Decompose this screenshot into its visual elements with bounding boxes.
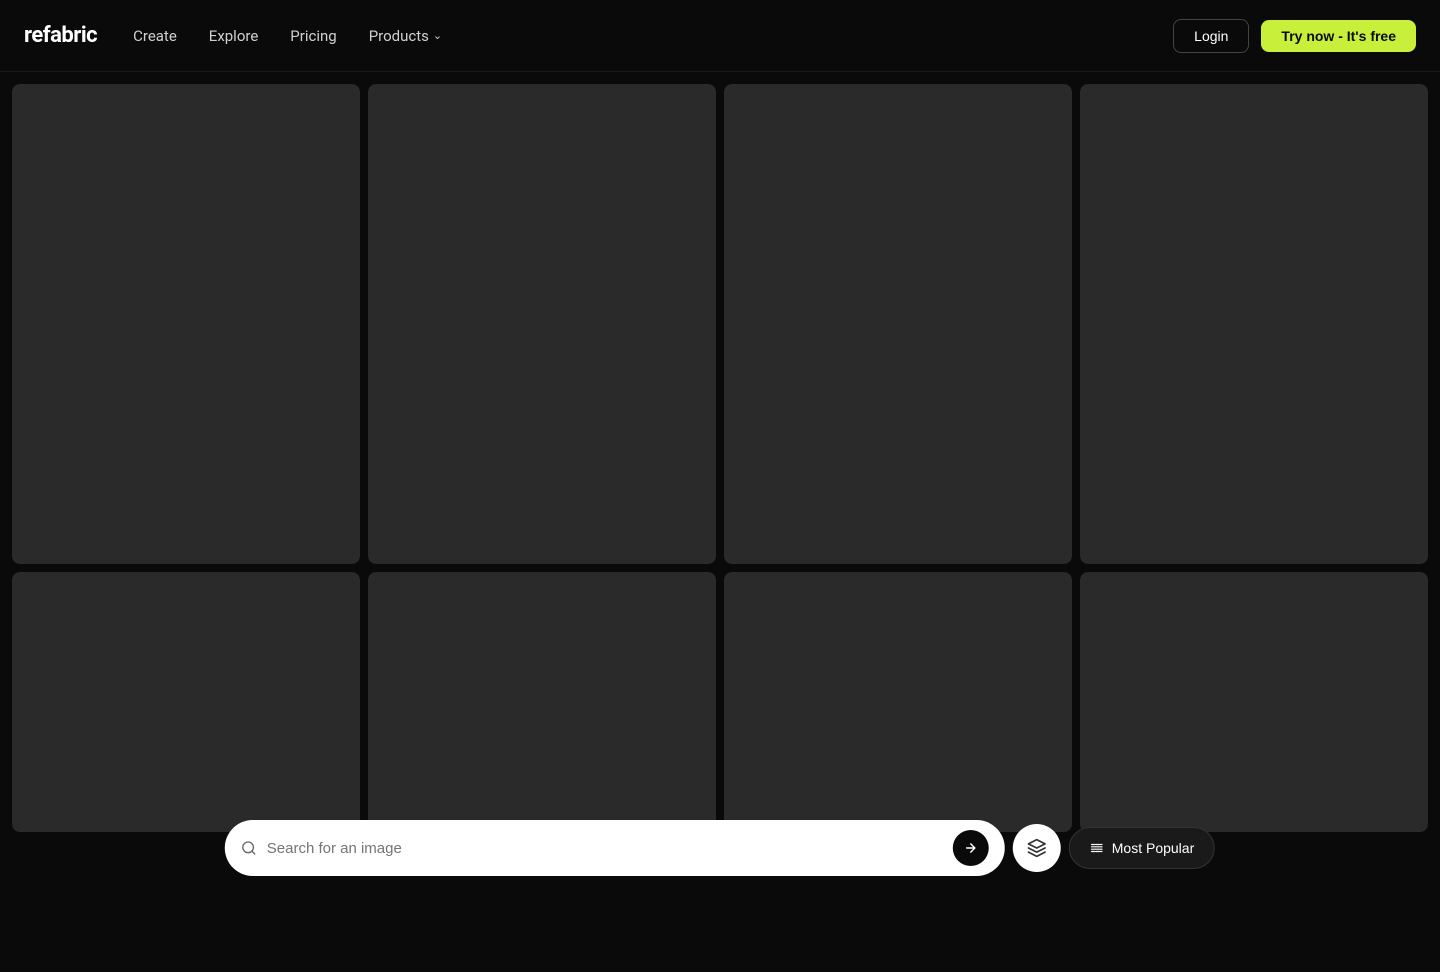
bottom-search-bar: Most Popular xyxy=(225,820,1215,876)
stack-icon-button[interactable] xyxy=(1013,824,1061,872)
image-card-8[interactable] xyxy=(1080,572,1428,832)
navbar: refabric Create Explore Pricing Products… xyxy=(0,0,1440,72)
image-card-5[interactable] xyxy=(12,572,360,832)
search-submit-button[interactable] xyxy=(953,830,989,866)
image-grid xyxy=(0,72,1440,844)
nav-link-explore[interactable]: Explore xyxy=(209,27,259,45)
image-card-3[interactable] xyxy=(724,84,1072,564)
search-input[interactable] xyxy=(267,840,943,857)
chevron-down-icon: ⌄ xyxy=(433,29,442,42)
image-card-6[interactable] xyxy=(368,572,716,832)
image-card-4[interactable] xyxy=(1080,84,1428,564)
nav-link-create[interactable]: Create xyxy=(133,27,177,45)
nav-links: Create Explore Pricing Products ⌄ xyxy=(133,27,442,45)
try-now-button[interactable]: Try now - It's free xyxy=(1261,20,1416,52)
nav-left: refabric Create Explore Pricing Products… xyxy=(24,23,442,48)
image-card-7[interactable] xyxy=(724,572,1072,832)
most-popular-label: Most Popular xyxy=(1112,840,1194,856)
logo[interactable]: refabric xyxy=(24,23,97,48)
nav-right: Login Try now - It's free xyxy=(1173,19,1416,53)
search-icon xyxy=(241,840,257,856)
login-button[interactable]: Login xyxy=(1173,19,1249,53)
search-container xyxy=(225,820,1005,876)
image-card-2[interactable] xyxy=(368,84,716,564)
most-popular-button[interactable]: Most Popular xyxy=(1069,827,1215,869)
nav-link-pricing[interactable]: Pricing xyxy=(290,27,336,45)
image-card-1[interactable] xyxy=(12,84,360,564)
nav-link-products[interactable]: Products ⌄ xyxy=(369,27,442,45)
